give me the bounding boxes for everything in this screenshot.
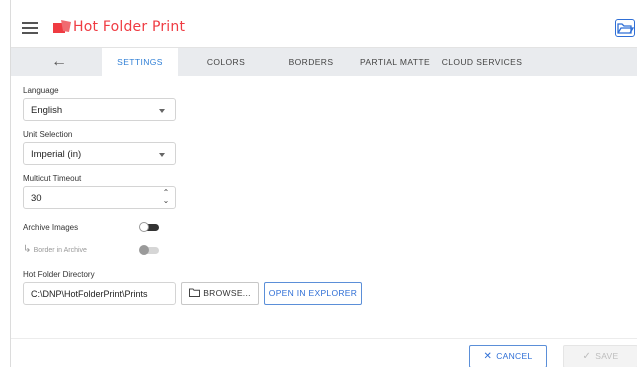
- browse-label: BROWSE...: [203, 288, 251, 298]
- app-window: Hot Folder Print ← SETTINGS COLORS BORDE…: [10, 0, 637, 367]
- stepper-arrows-icon[interactable]: ⌃ ⌄: [160, 189, 172, 207]
- unit-select[interactable]: Imperial (in): [23, 142, 176, 165]
- save-label: SAVE: [595, 351, 619, 361]
- timeout-stepper[interactable]: 30 ⌃ ⌄: [23, 186, 176, 209]
- hot-folder-input[interactable]: C:\DNP\HotFolderPrint\Prints: [23, 282, 176, 305]
- app-title: Hot Folder Print: [73, 19, 186, 35]
- border-archive-toggle[interactable]: [139, 245, 159, 255]
- timeout-value: 30: [31, 193, 42, 204]
- tab-settings[interactable]: SETTINGS: [102, 48, 178, 76]
- folder-icon: [189, 288, 201, 297]
- hot-folder-value: C:\DNP\HotFolderPrint\Prints: [31, 289, 148, 299]
- unit-label: Unit Selection: [23, 130, 73, 139]
- cancel-label: CANCEL: [496, 351, 533, 361]
- tab-bar: ← SETTINGS COLORS BORDERS PARTIAL MATTE …: [11, 48, 637, 76]
- tab-partial-matte[interactable]: PARTIAL MATTE: [356, 48, 434, 76]
- printer-logo-icon: [53, 20, 71, 33]
- archive-images-toggle[interactable]: [139, 222, 159, 232]
- language-value: English: [31, 105, 63, 116]
- chevron-down-icon: [159, 153, 165, 157]
- save-button[interactable]: ✓ SAVE: [563, 345, 637, 367]
- cancel-button[interactable]: ✕ CANCEL: [469, 345, 547, 367]
- footer-divider: [11, 338, 637, 339]
- chevron-down-icon: [159, 109, 165, 113]
- tab-cloud-services[interactable]: CLOUD SERVICES: [441, 48, 523, 76]
- folder-open-icon[interactable]: [615, 19, 635, 37]
- tab-colors[interactable]: COLORS: [188, 48, 264, 76]
- open-in-explorer-button[interactable]: OPEN IN EXPLORER: [264, 282, 362, 305]
- browse-button[interactable]: BROWSE...: [181, 282, 259, 305]
- border-archive-label: ↳ Border in Archive: [23, 244, 87, 255]
- app-header: Hot Folder Print: [11, 8, 637, 48]
- hamburger-menu-icon[interactable]: [17, 16, 45, 40]
- arrow-left-icon[interactable]: ←: [49, 52, 69, 72]
- archive-images-label: Archive Images: [23, 223, 79, 232]
- border-archive-text: Border in Archive: [33, 247, 87, 254]
- tab-borders[interactable]: BORDERS: [273, 48, 349, 76]
- arrow-return-icon: ↳: [23, 244, 32, 255]
- timeout-label: Multicut Timeout: [23, 174, 82, 183]
- checkmark-icon: ✓: [582, 351, 592, 362]
- unit-value: Imperial (in): [31, 149, 82, 160]
- close-icon: ✕: [483, 351, 493, 362]
- language-label: Language: [23, 86, 59, 95]
- hot-folder-label: Hot Folder Directory: [23, 270, 95, 279]
- language-select[interactable]: English: [23, 98, 176, 121]
